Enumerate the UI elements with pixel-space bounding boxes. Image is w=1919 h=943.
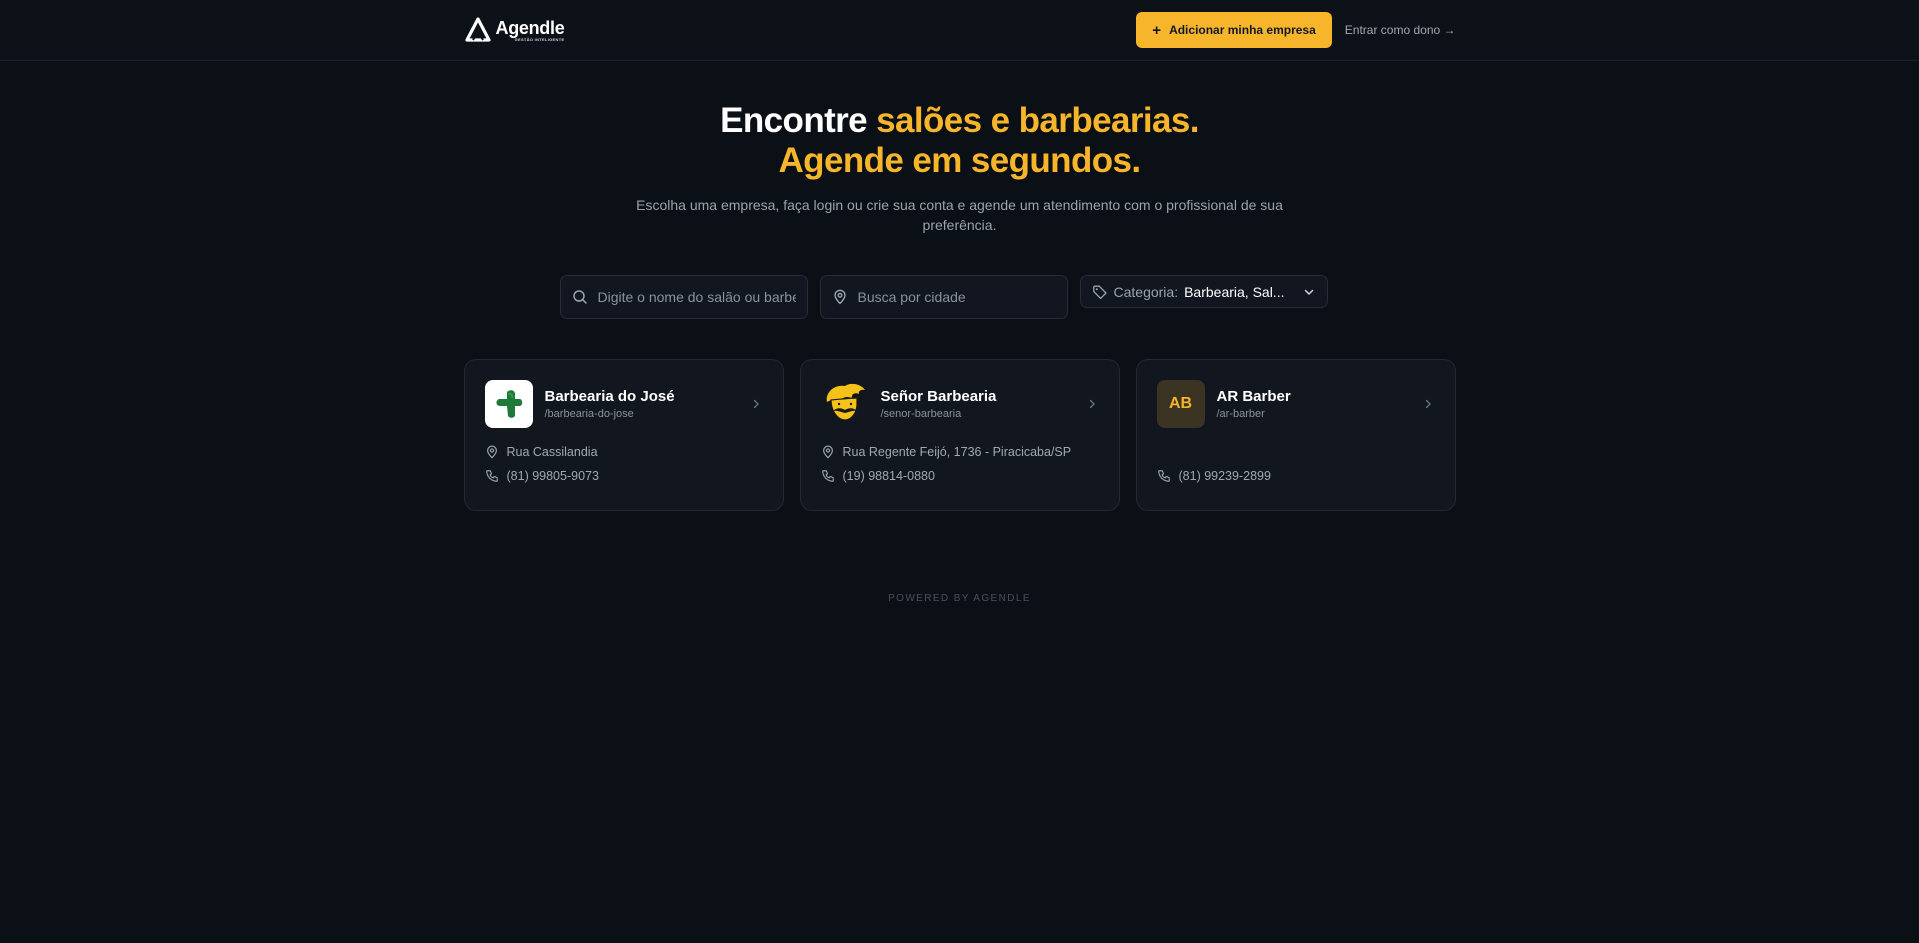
card-header: Señor Barbearia /senor-barbearia	[821, 380, 1099, 428]
top-bar-inner: Agendle GESTÃO INTELIGENTE + Adicionar m…	[464, 0, 1456, 60]
business-avatar	[484, 380, 533, 428]
business-avatar-initials: AB	[1156, 380, 1205, 428]
owner-login-link[interactable]: Entrar como dono →	[1345, 23, 1456, 37]
business-card[interactable]: Barbearia do José /barbearia-do-jose Rua…	[463, 359, 784, 511]
category-label: Categoria:	[1113, 283, 1179, 300]
logo[interactable]: Agendle GESTÃO INTELIGENTE	[464, 16, 565, 44]
hero-title-gold-1: salões e barbearias.	[876, 101, 1199, 140]
phone-row: (81) 99805-9073	[485, 468, 763, 484]
logo-name: Agendle	[495, 17, 565, 38]
tag-icon	[1092, 285, 1107, 299]
search-icon	[572, 290, 587, 304]
agendle-logo-icon	[464, 17, 491, 42]
business-list: Barbearia do José /barbearia-do-jose Rua…	[463, 359, 1456, 511]
hero-title-white: Encontre	[720, 101, 877, 140]
chevron-right-icon	[753, 399, 759, 409]
hero-title: Encontre salões e barbearias. Agende em …	[0, 101, 1919, 181]
phone-row: (19) 98814-0880	[821, 468, 1099, 484]
hero-subtitle: Escolha uma empresa, faça login ou crie …	[636, 197, 1283, 233]
logo-tagline: GESTÃO INTELIGENTE	[514, 36, 565, 42]
add-business-label: Adicionar minha empresa	[1169, 23, 1316, 37]
business-card[interactable]: AB AR Barber /ar-barber (81) 99239-2899	[1135, 359, 1456, 511]
header-actions: + Adicionar minha empresa Entrar como do…	[1136, 12, 1456, 48]
top-bar: Agendle GESTÃO INTELIGENTE + Adicionar m…	[0, 0, 1919, 61]
chevron-right-icon	[1425, 399, 1431, 409]
map-pin-icon	[833, 289, 846, 305]
map-pin-icon	[822, 445, 833, 459]
add-business-button[interactable]: + Adicionar minha empresa	[1136, 12, 1332, 48]
card-info: Rua Regente Feijó, 1736 - Piracicaba/SP …	[821, 444, 1099, 484]
card-info: Rua Cassilandia (81) 99805-9073	[485, 444, 763, 484]
phone-icon	[1157, 470, 1170, 482]
phone-icon	[821, 470, 834, 482]
powered-by-footer: POWERED BY AGENDLE	[888, 593, 1031, 604]
plus-icon: +	[1152, 21, 1162, 39]
chevron-down-icon	[1304, 289, 1313, 295]
hero-title-gold-2: Agende em segundos.	[778, 141, 1142, 180]
hero: Encontre salões e barbearias. Agende em …	[0, 101, 1919, 235]
address-row: Rua Cassilandia	[485, 444, 763, 460]
business-phone: (81) 99239-2899	[1178, 469, 1271, 483]
city-field	[819, 275, 1068, 319]
card-info: (81) 99239-2899	[1157, 444, 1435, 484]
map-pin-icon	[486, 445, 497, 459]
phone-icon	[485, 470, 498, 482]
card-header: Barbearia do José /barbearia-do-jose	[484, 380, 763, 428]
chevron-right-icon	[1089, 399, 1095, 409]
business-name: Señor Barbearia	[880, 388, 997, 405]
phone-row: (81) 99239-2899	[1157, 468, 1435, 484]
city-input[interactable]	[857, 289, 1056, 305]
card-header: AB AR Barber /ar-barber	[1156, 380, 1435, 428]
business-address: Rua Cassilandia	[506, 445, 598, 459]
search-input[interactable]	[597, 289, 796, 305]
category-value: Barbearia, Sal...	[1184, 283, 1285, 300]
business-slug: /barbearia-do-jose	[544, 408, 634, 420]
filters-bar: Categoria: Barbearia, Sal...	[559, 275, 1360, 319]
business-card[interactable]: Señor Barbearia /senor-barbearia Rua Reg…	[799, 359, 1120, 511]
business-name: Barbearia do José	[544, 388, 675, 405]
leaf-cross-logo-icon	[495, 390, 522, 418]
business-name: AR Barber	[1216, 388, 1291, 405]
card-titles: Barbearia do José /barbearia-do-jose	[545, 388, 737, 420]
business-slug: /senor-barbearia	[880, 408, 962, 420]
business-phone: (19) 98814-0880	[842, 469, 935, 483]
search-field	[559, 275, 808, 319]
card-titles: AR Barber /ar-barber	[1217, 388, 1409, 420]
card-titles: Señor Barbearia /senor-barbearia	[881, 388, 1073, 420]
business-address: Rua Regente Feijó, 1736 - Piracicaba/SP	[842, 445, 1072, 459]
business-slug: /ar-barber	[1216, 408, 1265, 420]
mustache-man-logo-icon	[826, 383, 865, 421]
logo-text: Agendle GESTÃO INTELIGENTE	[496, 19, 565, 42]
address-row: Rua Regente Feijó, 1736 - Piracicaba/SP	[821, 444, 1099, 460]
business-avatar	[821, 380, 869, 428]
category-select[interactable]: Categoria: Barbearia, Sal...	[1079, 275, 1328, 308]
business-phone: (81) 99805-9073	[506, 469, 599, 483]
